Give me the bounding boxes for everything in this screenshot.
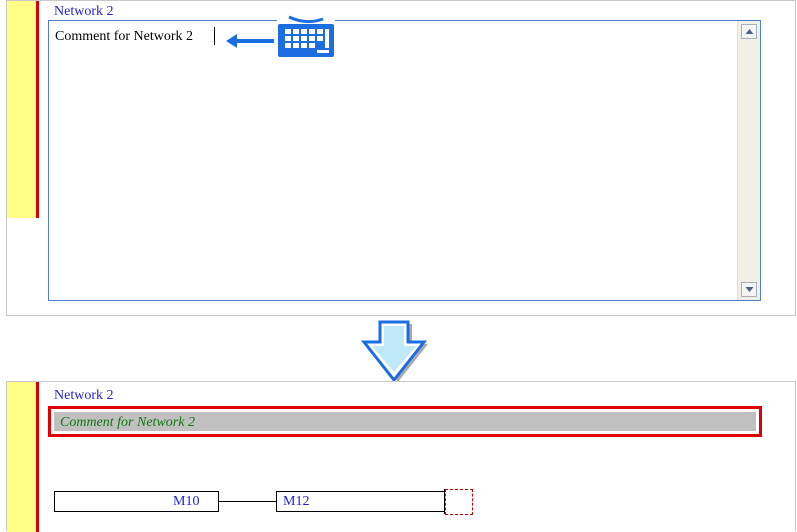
ladder-editor-after: Network 2 Comment for Network 2 M10 M12 [6,381,796,532]
contact-label: M12 [283,494,310,509]
contact-label: M10 [173,494,200,509]
rung-wire [219,501,276,502]
network-gutter [7,382,36,532]
ladder-editor-before: Network 2 Comment for Network 2 [6,0,796,316]
empty-ladder-cell[interactable] [445,489,473,515]
scroll-up-button[interactable] [741,24,757,39]
scroll-down-button[interactable] [741,282,757,297]
down-arrow-icon [360,320,428,382]
comment-input[interactable]: Comment for Network 2 [48,20,761,301]
keyboard-icon [277,15,335,59]
vertical-scrollbar[interactable] [737,21,760,300]
comment-input-text: Comment for Network 2 [55,29,194,44]
contact-m10[interactable]: M10 [54,491,219,512]
left-arrow-icon [226,34,274,48]
left-power-rail [36,1,39,218]
network-gutter [7,1,36,218]
network-label: Network 2 [54,4,114,19]
text-caret [214,27,215,45]
network-comment-highlight[interactable]: Comment for Network 2 [48,406,762,437]
network-label: Network 2 [54,388,114,403]
left-power-rail [36,382,39,532]
contact-m12[interactable]: M12 [276,491,447,512]
scroll-down-icon [745,287,754,292]
scroll-up-icon [745,29,754,34]
network-comment: Comment for Network 2 [54,412,756,431]
network-comment-text: Comment for Network 2 [60,415,195,430]
